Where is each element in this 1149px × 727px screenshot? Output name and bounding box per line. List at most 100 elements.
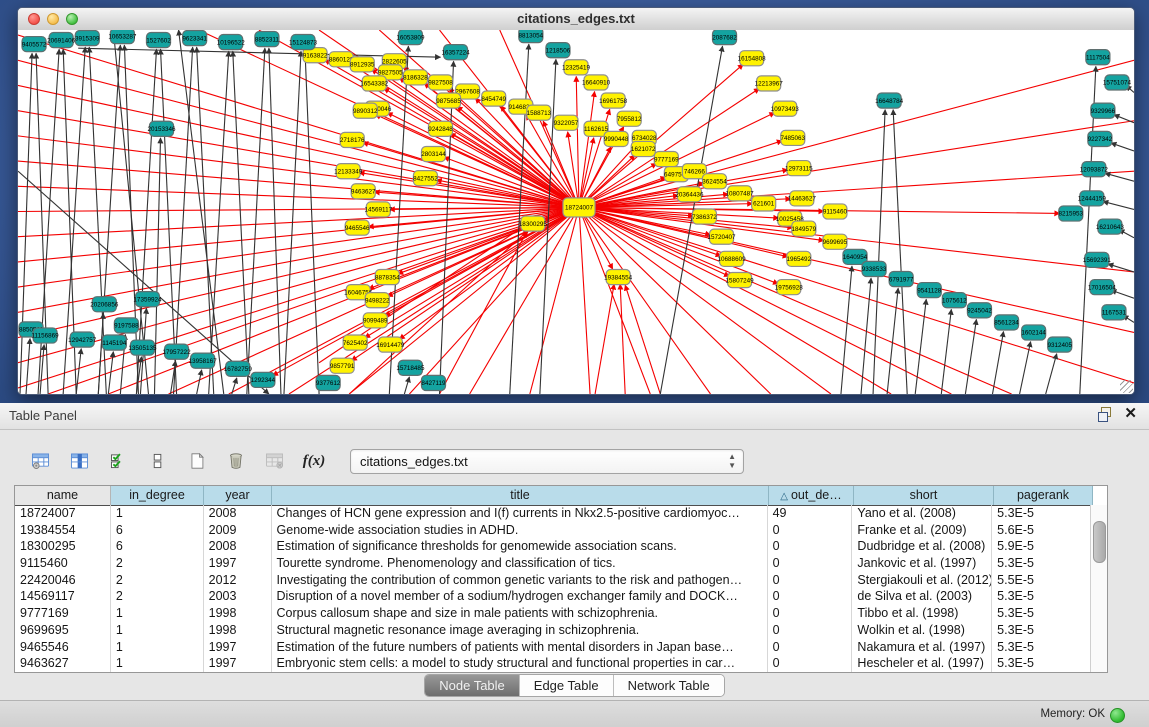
graph-node[interactable]: 1117504 bbox=[1086, 50, 1110, 65]
graph-node[interactable]: 8561234 bbox=[994, 315, 1019, 330]
graph-node[interactable]: 8454749 bbox=[481, 91, 506, 106]
table-row[interactable]: 1872400712008Changes of HCN gene express… bbox=[15, 505, 1091, 522]
graph-node[interactable]: 16543382 bbox=[360, 76, 389, 91]
graph-node[interactable]: 20364436 bbox=[675, 187, 704, 202]
table-cell[interactable]: 5.3E-5 bbox=[992, 655, 1091, 672]
scrollbar-thumb[interactable] bbox=[1093, 521, 1106, 563]
graph-node[interactable]: 12213967 bbox=[755, 76, 784, 91]
tab-node-table[interactable]: Node Table bbox=[425, 675, 520, 696]
table-cell[interactable]: 1997 bbox=[204, 555, 272, 572]
table-row[interactable]: 1456911722003Disruption of a novel membe… bbox=[15, 588, 1091, 605]
graph-node[interactable]: 19756928 bbox=[775, 280, 804, 295]
graph-node[interactable]: 18724007 bbox=[563, 198, 595, 217]
table-cell[interactable]: Disruption of a novel member of a sodium… bbox=[272, 588, 768, 605]
graph-node[interactable]: 9465546 bbox=[345, 220, 370, 235]
table-selector-dropdown[interactable]: citations_edges.txt ▲▼ bbox=[350, 449, 744, 474]
graph-node[interactable]: 1218506 bbox=[546, 43, 571, 58]
graph-node[interactable]: 9329966 bbox=[1091, 103, 1116, 118]
graph-node[interactable]: 16782759 bbox=[224, 361, 253, 376]
table-cell[interactable]: 5.9E-5 bbox=[992, 538, 1091, 555]
graph-node[interactable]: 7386372 bbox=[692, 209, 717, 224]
table-cell[interactable]: 19384554 bbox=[15, 522, 111, 539]
delete-table-icon[interactable] bbox=[262, 448, 288, 474]
column-header-year[interactable]: year bbox=[204, 486, 272, 505]
table-cell[interactable]: 2003 bbox=[204, 588, 272, 605]
graph-node[interactable]: 8186328 bbox=[403, 70, 428, 85]
graph-node[interactable]: 1965492 bbox=[787, 251, 812, 266]
graph-node[interactable]: 2087682 bbox=[712, 30, 737, 45]
graph-node[interactable]: 9245042 bbox=[967, 303, 992, 318]
close-panel-icon[interactable]: ✕ bbox=[1124, 407, 1137, 421]
table-cell[interactable]: 49 bbox=[768, 505, 853, 522]
clear-selection-icon[interactable] bbox=[145, 448, 171, 474]
table-cell[interactable]: Nakamura et al. (1997) bbox=[852, 639, 992, 656]
graph-node[interactable]: 1292344 bbox=[251, 372, 276, 387]
graph-node[interactable]: 1075612 bbox=[942, 293, 967, 308]
table-cell[interactable]: 6 bbox=[111, 522, 204, 539]
table-cell[interactable]: 5.6E-5 bbox=[992, 522, 1091, 539]
graph-node[interactable]: 8427119 bbox=[421, 375, 446, 390]
graph-node[interactable]: 12444159 bbox=[1078, 191, 1107, 206]
graph-node[interactable]: 13505135 bbox=[128, 340, 157, 355]
graph-node[interactable]: 9338533 bbox=[862, 261, 887, 276]
graph-node[interactable]: 16210643 bbox=[1096, 219, 1125, 234]
table-cell[interactable]: 2 bbox=[111, 572, 204, 589]
table-cell[interactable]: 5.3E-5 bbox=[992, 639, 1091, 656]
table-cell[interactable]: 9699695 bbox=[15, 622, 111, 639]
graph-node[interactable]: 10807487 bbox=[726, 186, 755, 201]
graph-node[interactable]: 13958167 bbox=[189, 353, 218, 368]
table-row[interactable]: 946554611997Estimation of the future num… bbox=[15, 639, 1091, 656]
table-cell[interactable]: 1998 bbox=[204, 605, 272, 622]
table-cell[interactable]: Changes of HCN gene expression and I(f) … bbox=[272, 505, 768, 522]
table-cell[interactable]: 0 bbox=[768, 522, 853, 539]
graph-node[interactable]: 16640910 bbox=[582, 75, 611, 90]
graph-node[interactable]: 9541128 bbox=[917, 283, 942, 298]
table-row[interactable]: 969969511998Structural magnetic resonanc… bbox=[15, 622, 1091, 639]
graph-node[interactable]: 16961758 bbox=[599, 93, 628, 108]
delete-columns-icon[interactable] bbox=[223, 448, 249, 474]
table-cell[interactable]: 1 bbox=[111, 605, 204, 622]
graph-node[interactable]: 1527602 bbox=[146, 33, 171, 48]
new-column-icon[interactable] bbox=[184, 448, 210, 474]
graph-node[interactable]: 15751074 bbox=[1103, 75, 1132, 90]
graph-node[interactable]: 16053809 bbox=[396, 30, 425, 45]
table-cell[interactable]: 2009 bbox=[204, 522, 272, 539]
graph-node[interactable]: 12973115 bbox=[785, 161, 813, 176]
graph-node[interactable]: 12133349 bbox=[334, 164, 363, 179]
graph-node[interactable]: 9990448 bbox=[604, 131, 629, 146]
table-cell[interactable]: Genome-wide association studies in ADHD. bbox=[272, 522, 768, 539]
graph-node[interactable]: 10688609 bbox=[718, 251, 747, 266]
graph-node[interactable]: 14569117 bbox=[364, 202, 392, 217]
column-header-in-degree[interactable]: in_degree bbox=[111, 486, 204, 505]
graph-node[interactable]: 12093872 bbox=[1080, 162, 1109, 177]
graph-node[interactable]: 16914479 bbox=[376, 337, 405, 352]
graph-node[interactable]: 3915309 bbox=[75, 31, 100, 46]
table-cell[interactable]: Estimation of significance thresholds fo… bbox=[272, 538, 768, 555]
tab-network-table[interactable]: Network Table bbox=[614, 675, 724, 696]
table-cell[interactable]: 0 bbox=[768, 588, 853, 605]
graph-node[interactable]: 20691406 bbox=[47, 33, 76, 48]
table-cell[interactable]: Investigating the contribution of common… bbox=[272, 572, 768, 589]
table-cell[interactable]: Dudbridge et al. (2008) bbox=[852, 538, 992, 555]
graph-node[interactable]: 8813054 bbox=[519, 30, 544, 43]
graph-node[interactable]: 14463627 bbox=[788, 191, 817, 206]
graph-node[interactable]: 9322057 bbox=[554, 115, 579, 130]
graph-node[interactable]: 12942757 bbox=[68, 332, 97, 347]
table-cell[interactable]: 2008 bbox=[204, 538, 272, 555]
table-scrollbar[interactable] bbox=[1090, 505, 1107, 672]
graph-node[interactable]: 8852311 bbox=[255, 32, 280, 47]
column-header-short[interactable]: short bbox=[854, 486, 994, 505]
table-cell[interactable]: 22420046 bbox=[15, 572, 111, 589]
graph-node[interactable]: 8215953 bbox=[1058, 206, 1083, 221]
graph-node[interactable]: 6791977 bbox=[889, 271, 914, 286]
graph-node[interactable]: 15692391 bbox=[1083, 252, 1112, 267]
table-cell[interactable]: 5.5E-5 bbox=[992, 572, 1091, 589]
graph-node[interactable]: 9699695 bbox=[823, 234, 848, 249]
graph-node[interactable]: 7485063 bbox=[780, 130, 805, 145]
table-cell[interactable]: 5.3E-5 bbox=[992, 622, 1091, 639]
column-header-out-de-[interactable]: △out_de… bbox=[769, 486, 854, 505]
show-columns-icon[interactable] bbox=[67, 448, 93, 474]
tab-edge-table[interactable]: Edge Table bbox=[520, 675, 614, 696]
table-cell[interactable]: 0 bbox=[768, 538, 853, 555]
graph-node[interactable]: 12325419 bbox=[562, 60, 591, 75]
